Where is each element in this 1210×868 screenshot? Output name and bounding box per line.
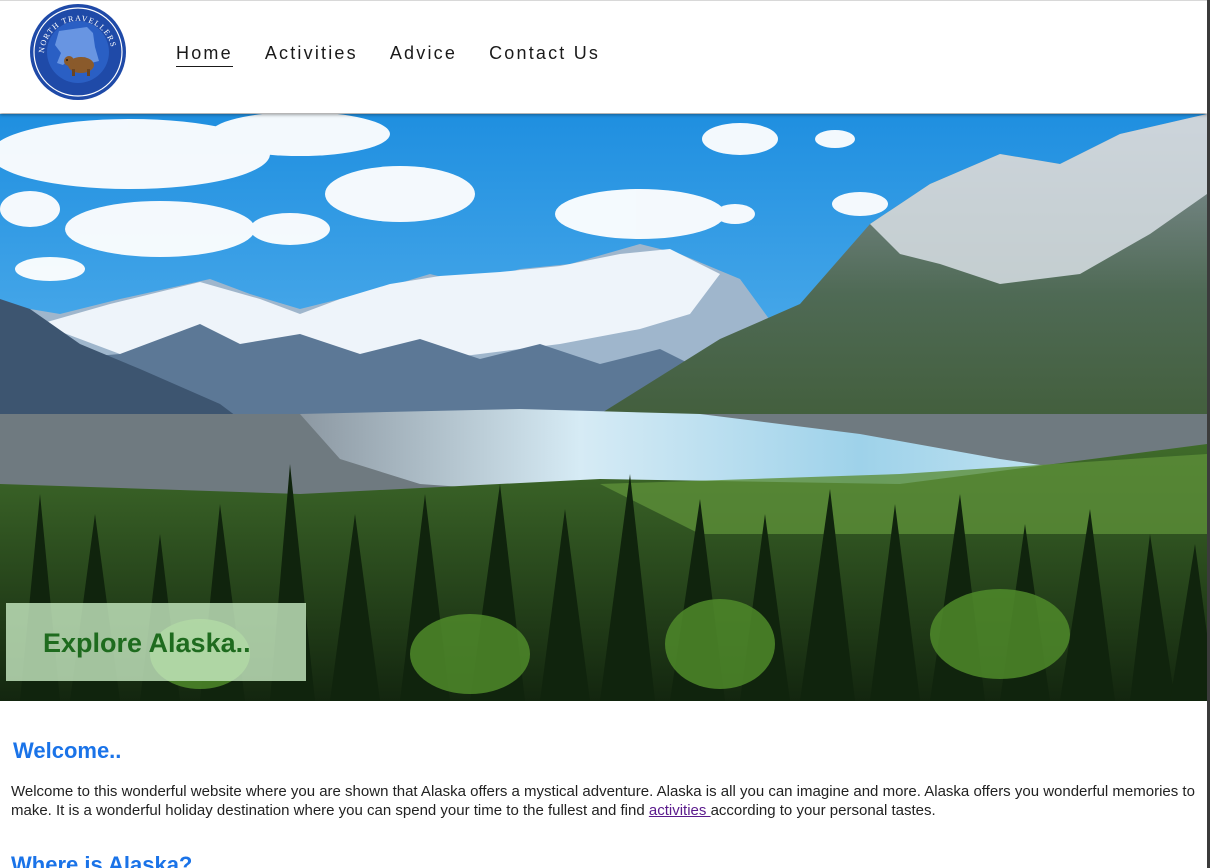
hero-banner: Explore Alaska.. — [0, 114, 1207, 701]
logo-badge-icon: NORTH TRAVELLERS — [30, 4, 126, 100]
welcome-heading: Welcome.. — [13, 738, 122, 763]
nav-contact-us[interactable]: Contact Us — [489, 43, 600, 67]
page: NORTH TRAVELLERS Home Activities Advice … — [0, 0, 1210, 868]
where-heading: Where is Alaska? — [11, 852, 193, 868]
north-travellers-logo[interactable]: NORTH TRAVELLERS — [29, 3, 127, 101]
main-nav: Home Activities Advice Contact Us — [176, 43, 600, 67]
nav-activities[interactable]: Activities — [265, 43, 358, 67]
nav-home[interactable]: Home — [176, 43, 233, 67]
welcome-text-before: Welcome to this wonderful website where … — [11, 783, 1195, 819]
nav-advice[interactable]: Advice — [390, 43, 457, 67]
site-header: NORTH TRAVELLERS Home Activities Advice … — [0, 0, 1207, 113]
welcome-text-after: according to your personal tastes. — [710, 802, 936, 819]
hero-caption: Explore Alaska.. — [43, 628, 251, 658]
welcome-paragraph: Welcome to this wonderful website where … — [11, 782, 1196, 820]
hero-caption-box: Explore Alaska.. — [6, 603, 306, 681]
activities-link[interactable]: activities — [649, 802, 711, 819]
